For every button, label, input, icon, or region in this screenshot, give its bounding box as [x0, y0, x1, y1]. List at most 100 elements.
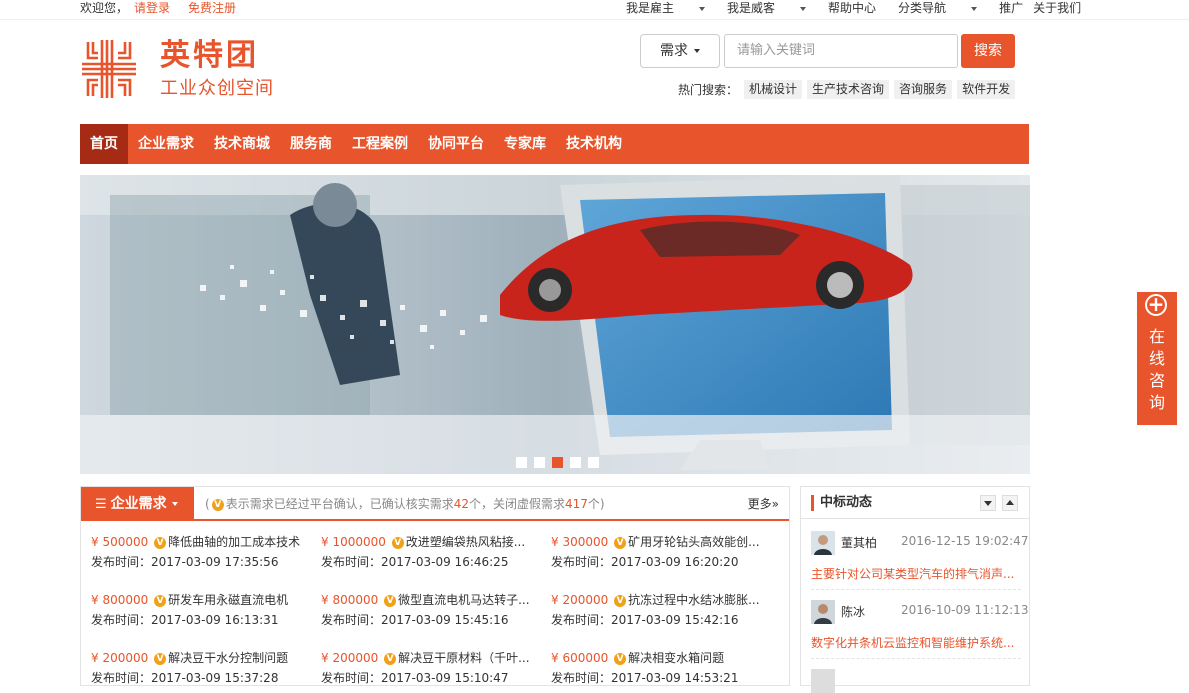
- bid-description[interactable]: 数字化并条机云监控和智能维护系统...: [811, 634, 1021, 651]
- demand-info-text: 表示需求已经过平台确认，已确认核实需求: [225, 497, 454, 511]
- witkey-menu[interactable]: 我是威客: [727, 0, 807, 16]
- verified-icon: V: [384, 652, 397, 665]
- verified-icon: V: [614, 536, 627, 549]
- search-category-label: 需求: [660, 43, 688, 59]
- carousel-dot[interactable]: [570, 457, 581, 468]
- verified-icon: V: [391, 536, 404, 549]
- chevron-down-icon: [694, 49, 700, 53]
- scroll-up-icon[interactable]: [1002, 495, 1018, 511]
- demand-item[interactable]: ¥ 200000 V 解决豆干水分控制问题 发布时间：2017-03-09 15:…: [91, 649, 311, 687]
- nav-collaboration[interactable]: 协同平台: [418, 124, 494, 164]
- hero-banner[interactable]: [80, 175, 1030, 474]
- demand-time: 发布时间：2017-03-09 15:42:16: [551, 613, 739, 627]
- bid-time: 2016-10-09 11:12:13: [901, 603, 1029, 617]
- avatar: [811, 531, 835, 555]
- demand-time: 发布时间：2017-03-09 16:13:31: [91, 613, 279, 627]
- demand-item[interactable]: ¥ 200000 V 解决豆干原材料（千叶... 发布时间：2017-03-09 …: [321, 649, 541, 687]
- hot-search: 热门搜索： 机械设计 生产技术咨询 咨询服务 软件开发: [678, 80, 1020, 99]
- hot-tag[interactable]: 咨询服务: [894, 80, 953, 99]
- scroll-down-icon[interactable]: [980, 495, 996, 511]
- verified-icon: V: [154, 536, 167, 549]
- carousel-dot[interactable]: [534, 457, 545, 468]
- demand-time: 发布时间：2017-03-09 16:20:20: [551, 555, 739, 569]
- closed-count: 417: [565, 497, 588, 511]
- employer-menu[interactable]: 我是雇主: [626, 0, 706, 16]
- demand-tab[interactable]: ☰ 企业需求: [81, 487, 194, 521]
- demand-info-text: 个，关闭虚假需求: [468, 497, 565, 511]
- bid-news-title: 中标动态: [811, 495, 872, 511]
- about-link[interactable]: 关于我们: [1033, 0, 1081, 16]
- demand-item[interactable]: ¥ 1000000 V 改进塑编袋热风粘接... 发布时间：2017-03-09 …: [321, 533, 541, 571]
- nav-engineering-cases[interactable]: 工程案例: [342, 124, 418, 164]
- demand-price: ¥ 1000000: [321, 535, 386, 549]
- demand-title[interactable]: 改进塑编袋热风粘接...: [406, 535, 525, 549]
- nav-enterprise-demand[interactable]: 企业需求: [128, 124, 204, 164]
- demand-time: 发布时间：2017-03-09 14:53:21: [551, 671, 739, 685]
- divider: [811, 658, 1021, 659]
- demand-price: ¥ 600000: [551, 651, 609, 665]
- avatar: [811, 600, 835, 624]
- hot-search-label: 热门搜索：: [678, 83, 739, 97]
- demand-title[interactable]: 解决豆干水分控制问题: [168, 651, 288, 665]
- chevron-down-icon: [971, 6, 978, 11]
- top-bar: 欢迎您， 请登录 免费注册 我是雇主 我是威客 帮助中心 分类导航 推广 关于我们: [0, 0, 1189, 20]
- top-links: 我是雇主 我是威客 帮助中心 分类导航 推广 关于我们: [626, 0, 1103, 16]
- demand-price: ¥ 200000: [91, 651, 149, 665]
- help-center-link[interactable]: 帮助中心: [828, 0, 876, 16]
- nav-experts[interactable]: 专家库: [494, 124, 556, 164]
- carousel-dots: [516, 457, 606, 468]
- demand-time: 发布时间：2017-03-09 16:46:25: [321, 555, 509, 569]
- verified-icon: V: [211, 498, 224, 511]
- demand-header: ☰ 企业需求 (V 表示需求已经过平台确认，已确认核实需求42个，关闭虚假需求417…: [81, 487, 789, 521]
- demand-title[interactable]: 研发车用永磁直流电机: [168, 593, 288, 607]
- demand-title[interactable]: 微型直流电机马达转子...: [398, 593, 529, 607]
- carousel-dot[interactable]: [588, 457, 599, 468]
- demand-more-link[interactable]: 更多»: [748, 487, 779, 521]
- demand-title[interactable]: 矿用牙轮钻头高效能创...: [628, 535, 759, 549]
- search-category-select[interactable]: 需求: [640, 34, 720, 68]
- demand-info-text: 个): [587, 497, 605, 511]
- site-logo[interactable]: 英特团 工业众创空间: [80, 38, 280, 102]
- nav-home[interactable]: 首页: [80, 124, 128, 164]
- demand-item[interactable]: ¥ 800000 V 研发车用永磁直流电机 发布时间：2017-03-09 16:…: [91, 591, 311, 629]
- hot-tag[interactable]: 生产技术咨询: [807, 80, 890, 99]
- online-consult-label: 在 线 咨 询: [1137, 326, 1177, 414]
- demand-title[interactable]: 解决豆干原材料（千叶...: [398, 651, 529, 665]
- nav-service-providers[interactable]: 服务商: [280, 124, 342, 164]
- promote-link[interactable]: 推广: [999, 0, 1023, 16]
- bid-time: 2016-12-15 19:02:47: [901, 534, 1029, 548]
- demand-title[interactable]: 降低曲轴的加工成本技术: [168, 535, 300, 549]
- demand-item[interactable]: ¥ 600000 V 解决相变水箱问题 发布时间：2017-03-09 14:53…: [551, 649, 771, 687]
- bid-winner-name: 董其柏: [841, 536, 878, 550]
- register-link[interactable]: 免费注册: [188, 1, 236, 15]
- demand-item[interactable]: ¥ 300000 V 矿用牙轮钻头高效能创... 发布时间：2017-03-09 …: [551, 533, 771, 571]
- search-button[interactable]: 搜索: [961, 34, 1015, 68]
- demand-item[interactable]: ¥ 500000 V 降低曲轴的加工成本技术 发布时间：2017-03-09 17…: [91, 533, 311, 571]
- demand-time: 发布时间：2017-03-09 15:45:16: [321, 613, 509, 627]
- demand-price: ¥ 200000: [551, 593, 609, 607]
- verified-icon: V: [154, 652, 167, 665]
- search-input[interactable]: 请输入关键词: [724, 34, 958, 68]
- main-nav: 首页 企业需求 技术商城 服务商 工程案例 协同平台 专家库 技术机构: [80, 124, 1029, 164]
- demand-item[interactable]: ¥ 800000 V 微型直流电机马达转子... 发布时间：2017-03-09 …: [321, 591, 541, 629]
- hot-tag[interactable]: 软件开发: [957, 80, 1016, 99]
- demand-item[interactable]: ¥ 200000 V 抗冻过程中水结冰膨胀... 发布时间：2017-03-09 …: [551, 591, 771, 629]
- witkey-menu-label: 我是威客: [727, 1, 776, 15]
- category-nav-menu[interactable]: 分类导航: [898, 0, 978, 16]
- bid-news-panel: 中标动态 董其柏 2016-12-15 19:02:47 主要针对公司某类型汽车…: [800, 486, 1030, 693]
- consult-char: 在: [1148, 327, 1165, 346]
- demand-title[interactable]: 抗冻过程中水结冰膨胀...: [628, 593, 759, 607]
- carousel-dot[interactable]: [516, 457, 527, 468]
- demand-price: ¥ 300000: [551, 535, 609, 549]
- demand-tab-label: 企业需求: [110, 496, 167, 512]
- nav-tech-institutions[interactable]: 技术机构: [556, 124, 632, 164]
- online-consult-button[interactable]: + 在 线 咨 询: [1137, 292, 1177, 425]
- hot-tag[interactable]: 机械设计: [744, 80, 803, 99]
- demand-title[interactable]: 解决相变水箱问题: [628, 651, 724, 665]
- bid-description[interactable]: 主要针对公司某类型汽车的排气消声...: [811, 565, 1021, 582]
- carousel-dot-active[interactable]: [552, 457, 563, 468]
- nav-tech-mall[interactable]: 技术商城: [204, 124, 280, 164]
- demand-time: 发布时间：2017-03-09 15:10:47: [321, 671, 509, 685]
- bid-winner-name: 陈冰: [841, 605, 866, 619]
- login-link[interactable]: 请登录: [134, 1, 170, 15]
